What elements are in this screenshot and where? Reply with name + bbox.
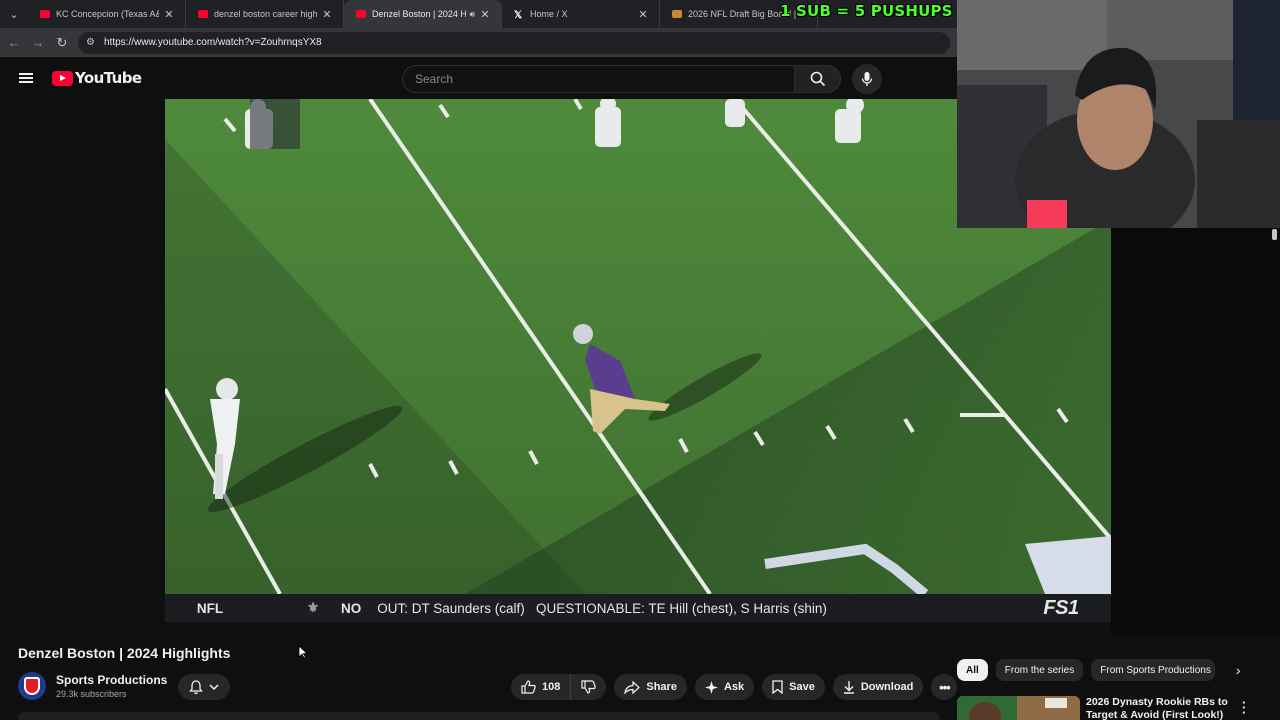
like-button[interactable]: 108 (511, 674, 572, 700)
video-title: Denzel Boston | 2024 Highlights (18, 645, 231, 661)
share-label: Share (646, 681, 677, 693)
url-text: https://www.youtube.com/watch?v=Zouhrnqs… (104, 37, 322, 48)
share-arrow-icon (624, 680, 641, 694)
sub-pushups-banner: 1 SUB = 5 PUSHUPS (780, 2, 953, 20)
youtube-favicon-icon (356, 10, 366, 18)
channel-name[interactable]: Sports Productions (56, 673, 167, 687)
close-tab-icon[interactable]: ✕ (321, 8, 333, 21)
webcam-overlay (957, 0, 1280, 228)
browser-tab-active[interactable]: Denzel Boston | 2024 Highlights 🔊︎ ✕ (344, 0, 502, 28)
thumbs-up-icon (521, 680, 536, 694)
tab-title: Denzel Boston | 2024 Highlights (372, 9, 467, 19)
streamer-webcam-image (957, 0, 1280, 228)
tab-title: Home / X (530, 9, 568, 19)
like-dislike-group: 108 (511, 674, 607, 700)
reload-icon[interactable]: ↻ (50, 35, 74, 51)
dislike-button[interactable] (571, 674, 606, 700)
recommended-video[interactable]: 2026 Dynasty Rookie RBs to Target & Avoi… (957, 696, 1236, 720)
tab-title: denzel boston career highlights (214, 9, 317, 19)
ticker-network: FS1 (1043, 596, 1079, 619)
chip-from-series[interactable]: From the series (995, 659, 1084, 681)
chevron-down-icon (209, 683, 219, 690)
chip-from-channel[interactable]: From Sports Productions (1091, 659, 1216, 681)
site-info-icon[interactable]: ⚙ (86, 37, 98, 48)
chevron-right-icon[interactable]: › (1227, 662, 1249, 678)
close-tab-icon[interactable]: ✕ (479, 8, 491, 21)
youtube-favicon-icon (198, 10, 208, 18)
bell-icon (189, 679, 203, 694)
subscriber-count: 29.3k subscribers (56, 689, 127, 699)
video-actions: 108 Share Ask Save Download ••• (511, 674, 958, 700)
right-panel-background (1111, 228, 1280, 636)
like-count: 108 (542, 681, 561, 693)
more-vertical-icon[interactable]: · · · (1242, 696, 1246, 719)
close-tab-icon[interactable]: ✕ (637, 8, 649, 21)
mouse-cursor-icon (298, 645, 308, 659)
scrollbar-thumb[interactable] (1272, 229, 1277, 240)
recommended-title[interactable]: 2026 Dynasty Rookie RBs to Target & Avoi… (1086, 696, 1236, 720)
ticker-league: NFL (196, 600, 224, 616)
browser-toolbar: ← → ↻ ⚙ https://www.youtube.com/watch?v=… (0, 28, 957, 57)
description-box-edge[interactable] (18, 712, 940, 720)
more-actions-icon[interactable]: ••• (931, 674, 958, 700)
youtube-play-icon (52, 70, 73, 86)
search-icon (810, 71, 825, 87)
related-filter-chips: All From the series From Sports Producti… (957, 659, 1249, 681)
thumbnail-image (957, 696, 1080, 720)
save-button[interactable]: Save (762, 674, 825, 700)
voice-search-button[interactable] (852, 64, 882, 94)
video-bottom-strip (165, 622, 1111, 636)
download-button[interactable]: Download (832, 674, 924, 700)
browser-tab[interactable]: 𝕏 Home / X ✕ (502, 0, 660, 28)
youtube-wordmark: YouTube (75, 69, 142, 87)
youtube-logo[interactable]: YouTube (52, 69, 142, 87)
menu-icon[interactable] (0, 71, 52, 85)
youtube-masthead: YouTube (0, 57, 957, 99)
save-label: Save (789, 681, 815, 693)
search-box (402, 64, 882, 94)
ask-label: Ask (723, 681, 745, 693)
x-favicon-icon: 𝕏 (514, 10, 523, 21)
ticker-message: OUT: DT Saunders (calf) QUESTIONABLE: TE… (377, 600, 827, 616)
browser-tab[interactable]: KC Concepcion (Texas A&M) II ✕ (28, 0, 186, 28)
thumbs-down-icon (581, 680, 597, 694)
close-tab-icon[interactable]: ✕ (163, 8, 175, 21)
recommended-thumbnail[interactable] (957, 696, 1080, 720)
search-input[interactable] (402, 65, 795, 93)
score-ticker: NFL ⚜ NO OUT: DT Saunders (calf) QUESTIO… (165, 594, 1111, 622)
channel-row: Sports Productions 29.3k subscribers (18, 672, 167, 700)
bookmark-icon (772, 680, 783, 694)
draft-favicon-icon (672, 10, 682, 18)
sparkle-icon (704, 680, 718, 694)
back-arrow-icon[interactable]: ← (2, 35, 26, 50)
ask-button[interactable]: Ask (694, 674, 755, 700)
notification-settings-button[interactable] (178, 674, 230, 700)
audio-playing-icon[interactable]: 🔊︎ (469, 9, 475, 20)
tab-title: KC Concepcion (Texas A&M) II (56, 9, 159, 19)
forward-arrow-icon[interactable]: → (26, 35, 50, 50)
ticker-team: NO (341, 600, 362, 616)
screen: ⌄ KC Concepcion (Texas A&M) II ✕ denzel … (0, 0, 1280, 720)
address-bar[interactable]: ⚙ https://www.youtube.com/watch?v=Zouhrn… (78, 31, 950, 54)
search-button[interactable] (795, 65, 841, 93)
channel-avatar[interactable] (18, 672, 46, 700)
download-icon (843, 681, 854, 694)
download-label: Download (860, 681, 914, 693)
saints-logo-icon: ⚜ (306, 600, 320, 615)
tab-search-chevron-icon[interactable]: ⌄ (0, 0, 28, 28)
chip-all[interactable]: All (957, 659, 988, 681)
youtube-favicon-icon (40, 10, 50, 18)
microphone-icon (861, 72, 873, 86)
browser-tab[interactable]: denzel boston career highlights ✕ (186, 0, 344, 28)
share-button[interactable]: Share (614, 674, 687, 700)
